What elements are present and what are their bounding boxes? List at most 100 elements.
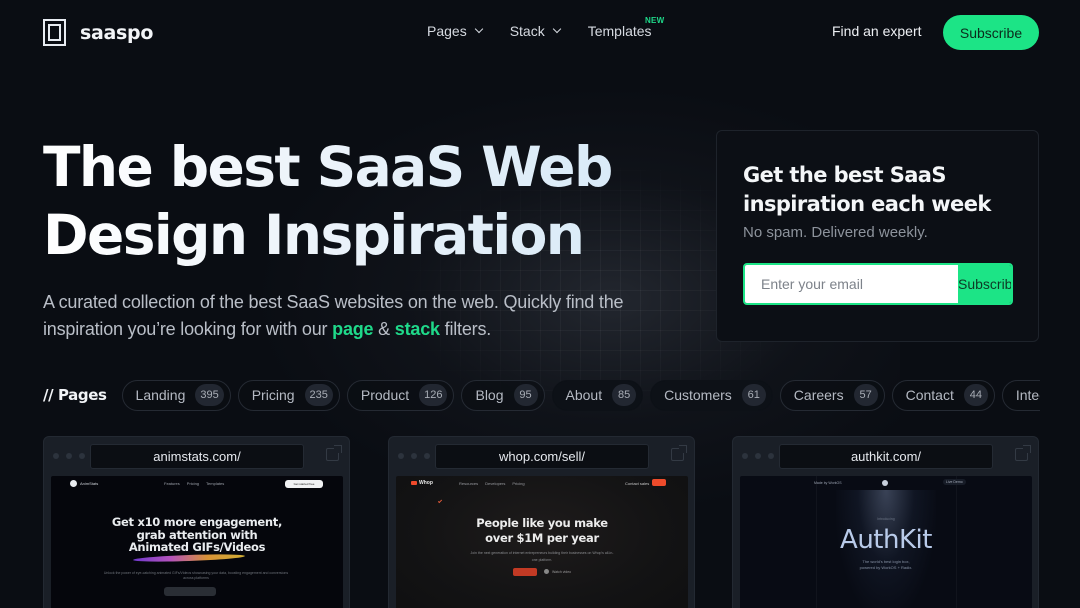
preview-right-link: Live Demo bbox=[943, 479, 966, 485]
dot-icon bbox=[79, 453, 85, 459]
preview-cta bbox=[652, 479, 666, 486]
preview-headline-1: People like you make bbox=[476, 516, 608, 530]
newsletter-subtitle: No spam. Delivered weekly. bbox=[743, 224, 928, 241]
chip-count: 85 bbox=[612, 384, 637, 406]
dot-icon bbox=[53, 453, 59, 459]
filter-chip-careers[interactable]: Careers 57 bbox=[779, 379, 885, 411]
window-dots bbox=[53, 453, 85, 459]
hero-title-line1: The best SaaS Web bbox=[43, 135, 612, 199]
dot-icon bbox=[424, 453, 430, 459]
chevron-down-icon bbox=[552, 24, 561, 34]
play-icon bbox=[544, 569, 549, 574]
preview-body: The world's best login box, powered by Wo… bbox=[740, 559, 1032, 571]
find-expert-link[interactable]: Find an expert bbox=[832, 23, 922, 39]
logo-icon bbox=[43, 19, 66, 46]
chip-count: 57 bbox=[853, 384, 878, 406]
chip-count: 126 bbox=[419, 384, 448, 406]
external-link-icon[interactable] bbox=[326, 445, 342, 461]
site-preview[interactable]: Made by WorkOS Live Demo Introducing Aut… bbox=[740, 476, 1032, 608]
url-bar[interactable]: whop.com/sell/ bbox=[435, 444, 649, 469]
filter-chip-integrations[interactable]: Integrati bbox=[1001, 379, 1040, 411]
preview-link: Features bbox=[164, 481, 180, 486]
newsletter-form: Subscribe bbox=[743, 263, 1013, 305]
logo[interactable]: saaspo bbox=[43, 19, 153, 46]
dot-icon bbox=[768, 453, 774, 459]
filter-chip-product[interactable]: Product 126 bbox=[346, 379, 455, 411]
preview-links: Features Pricing Templates bbox=[164, 481, 224, 486]
newsletter-subscribe-button[interactable]: Subscribe bbox=[958, 265, 1011, 303]
filters-label: // Pages bbox=[43, 386, 107, 404]
preview-demo: Watch video bbox=[544, 569, 571, 574]
email-input[interactable] bbox=[745, 265, 958, 303]
nav-subscribe-button[interactable]: Subscribe bbox=[943, 15, 1039, 50]
site-card-animstats[interactable]: animstats.com/ AnimStats Features Pricing… bbox=[43, 436, 350, 608]
site-card-authkit[interactable]: authkit.com/ Made by WorkOS Live Demo In… bbox=[732, 436, 1039, 608]
chip-label: Contact bbox=[905, 387, 954, 403]
hero-title-line2: Design Inspiration bbox=[43, 203, 584, 267]
preview-logo-icon bbox=[882, 480, 888, 486]
filter-chip-blog[interactable]: Blog 95 bbox=[461, 379, 545, 411]
preview-headline-2: over $1M per year bbox=[485, 530, 599, 545]
preview-button bbox=[513, 568, 537, 576]
newsletter-card: Get the best SaaS inspiration each week … bbox=[716, 130, 1039, 342]
preview-headline: People like you make over $1M per year bbox=[396, 516, 688, 545]
nav-stack-label: Stack bbox=[509, 23, 545, 39]
chip-label: About bbox=[565, 387, 603, 403]
url-bar[interactable]: authkit.com/ bbox=[779, 444, 993, 469]
chip-label: Landing bbox=[135, 387, 186, 403]
preview-demo-label: Watch video bbox=[552, 569, 572, 574]
url-bar[interactable]: animstats.com/ bbox=[90, 444, 304, 469]
preview-logo-icon bbox=[70, 480, 77, 487]
ampersand: & bbox=[373, 319, 395, 339]
top-nav: saaspo Pages Stack Templates NEW Find an… bbox=[0, 0, 1080, 64]
stack-filter-link[interactable]: stack bbox=[395, 319, 440, 339]
browser-bar: whop.com/sell/ bbox=[389, 437, 694, 475]
logo-text: saaspo bbox=[80, 21, 154, 44]
nav-links: Pages Stack Templates NEW bbox=[427, 16, 665, 39]
chip-label: Careers bbox=[793, 387, 844, 403]
external-link-icon[interactable] bbox=[671, 445, 687, 461]
site-card-whop[interactable]: whop.com/sell/ Whop Resources Developers P… bbox=[388, 436, 695, 608]
hero-subtitle-end: filters. bbox=[439, 319, 492, 339]
external-link-icon[interactable] bbox=[1015, 445, 1031, 461]
check-icon bbox=[437, 498, 443, 504]
chip-count: 95 bbox=[513, 384, 538, 406]
preview-tag: Introducing bbox=[877, 517, 895, 521]
preview-links: Resources Developers Pricing bbox=[459, 481, 525, 486]
preview-brand: AnimStats bbox=[80, 481, 99, 486]
preview-headline: AuthKit bbox=[840, 525, 932, 555]
nav-templates[interactable]: Templates NEW bbox=[588, 16, 665, 39]
gradient-underline bbox=[132, 553, 246, 563]
filter-chip-about[interactable]: About 85 bbox=[551, 379, 644, 411]
preview-link: Templates bbox=[206, 481, 225, 486]
nav-pages-label: Pages bbox=[427, 23, 467, 39]
nav-stack[interactable]: Stack bbox=[509, 23, 561, 39]
preview-logo: Whop bbox=[411, 480, 433, 486]
nav-pages[interactable]: Pages bbox=[427, 23, 483, 39]
preview-logo-icon bbox=[411, 481, 417, 485]
preview-headline: Get x10 more engagement, grab attention w… bbox=[51, 516, 343, 554]
browser-bar: authkit.com/ bbox=[733, 437, 1038, 475]
page-filter-link[interactable]: page bbox=[332, 319, 373, 339]
hero-title: The best SaaS Web Design Inspiration bbox=[43, 133, 663, 269]
site-preview[interactable]: Whop Resources Developers Pricing Contact … bbox=[396, 476, 688, 608]
preview-link: Resources bbox=[459, 481, 479, 486]
filter-chip-contact[interactable]: Contact 44 bbox=[891, 379, 995, 411]
preview-button bbox=[164, 587, 216, 596]
new-badge: NEW bbox=[644, 16, 665, 25]
preview-body-1: The world's best login box, bbox=[862, 559, 910, 564]
filter-chip-landing[interactable]: Landing 395 bbox=[121, 379, 231, 411]
preview-headline-3: Animated GIFs/Videos bbox=[128, 540, 266, 554]
preview-link: Pricing bbox=[186, 481, 200, 486]
browser-bar: animstats.com/ bbox=[44, 437, 349, 475]
chip-label: Integrati bbox=[1015, 387, 1040, 403]
preview-brand: Whop bbox=[419, 480, 433, 486]
window-dots bbox=[742, 453, 774, 459]
preview-nav: Whop Resources Developers Pricing Contact … bbox=[396, 476, 688, 492]
site-preview[interactable]: AnimStats Features Pricing Templates Get s… bbox=[51, 476, 343, 608]
dot-icon bbox=[398, 453, 404, 459]
dot-icon bbox=[411, 453, 417, 459]
preview-body: Unlock the power of eye-catching animate… bbox=[103, 571, 289, 580]
filter-chip-pricing[interactable]: Pricing 235 bbox=[237, 379, 340, 411]
filter-chip-customers[interactable]: Customers 61 bbox=[650, 379, 773, 411]
